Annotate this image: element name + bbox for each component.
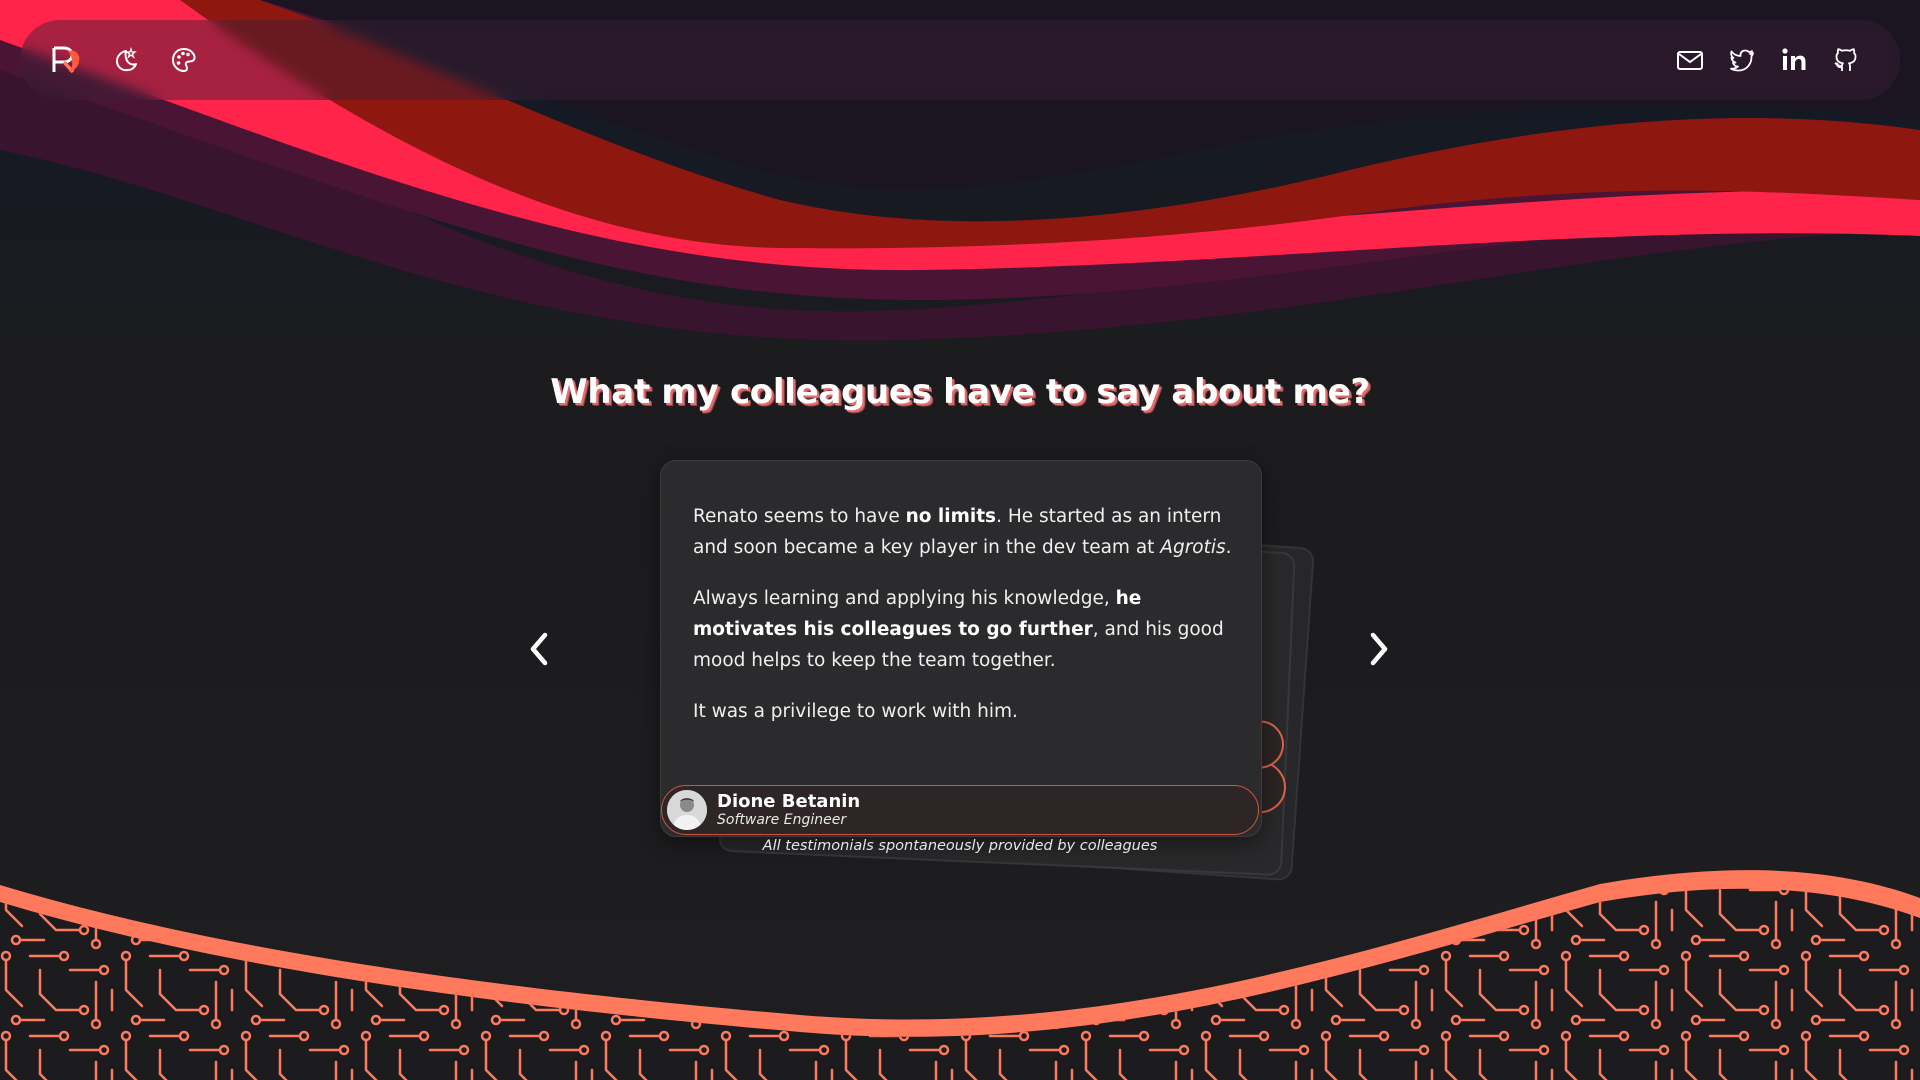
- navbar: [20, 20, 1900, 100]
- nav-left-group: [50, 20, 200, 100]
- chevron-left-icon: [530, 632, 548, 666]
- avatar: [667, 790, 707, 830]
- twitter-link[interactable]: [1726, 44, 1758, 76]
- testimonial-paragraph-1: Renato seems to have no limits. He start…: [693, 506, 1232, 558]
- github-link[interactable]: [1830, 44, 1862, 76]
- previous-button[interactable]: [516, 625, 564, 673]
- mail-icon: [1677, 51, 1703, 70]
- github-icon: [1834, 48, 1857, 71]
- testimonial-card: Renato seems to have no limits. He start…: [660, 460, 1262, 837]
- page-title: What my colleagues have to say about me?: [550, 372, 1370, 412]
- linkedin-icon: [1782, 48, 1806, 70]
- testimonial-paragraph-2: Always learning and applying his knowled…: [693, 588, 1224, 671]
- next-button[interactable]: [1354, 625, 1402, 673]
- author-role: Software Engineer: [717, 812, 847, 828]
- testimonials-footnote: All testimonials spontaneously provided …: [762, 838, 1158, 854]
- testimonial-paragraph-3: It was a privilege to work with him.: [693, 701, 1018, 722]
- author-pill: Dione Betanin Software Engineer: [661, 785, 1259, 835]
- logo-r-icon[interactable]: [50, 43, 84, 77]
- testimonial-carousel: Renato seems to have no limits. He start…: [0, 460, 1920, 882]
- palette-icon: [171, 47, 196, 73]
- page: What my colleagues have to say about me?…: [0, 0, 1920, 1080]
- email-link[interactable]: [1674, 44, 1706, 76]
- author-name: Dione Betanin: [717, 791, 861, 812]
- moon-stars-icon: [116, 46, 137, 72]
- social-links: [1674, 20, 1862, 100]
- testimonial-text: Renato seems to have no limits. He start…: [693, 501, 1233, 747]
- theme-toggle-button[interactable]: [110, 44, 142, 76]
- palette-button[interactable]: [168, 44, 200, 76]
- circuit-pattern: [0, 888, 1920, 1080]
- linkedin-link[interactable]: [1778, 44, 1810, 76]
- twitter-icon: [1730, 49, 1754, 72]
- chevron-right-icon: [1370, 632, 1388, 666]
